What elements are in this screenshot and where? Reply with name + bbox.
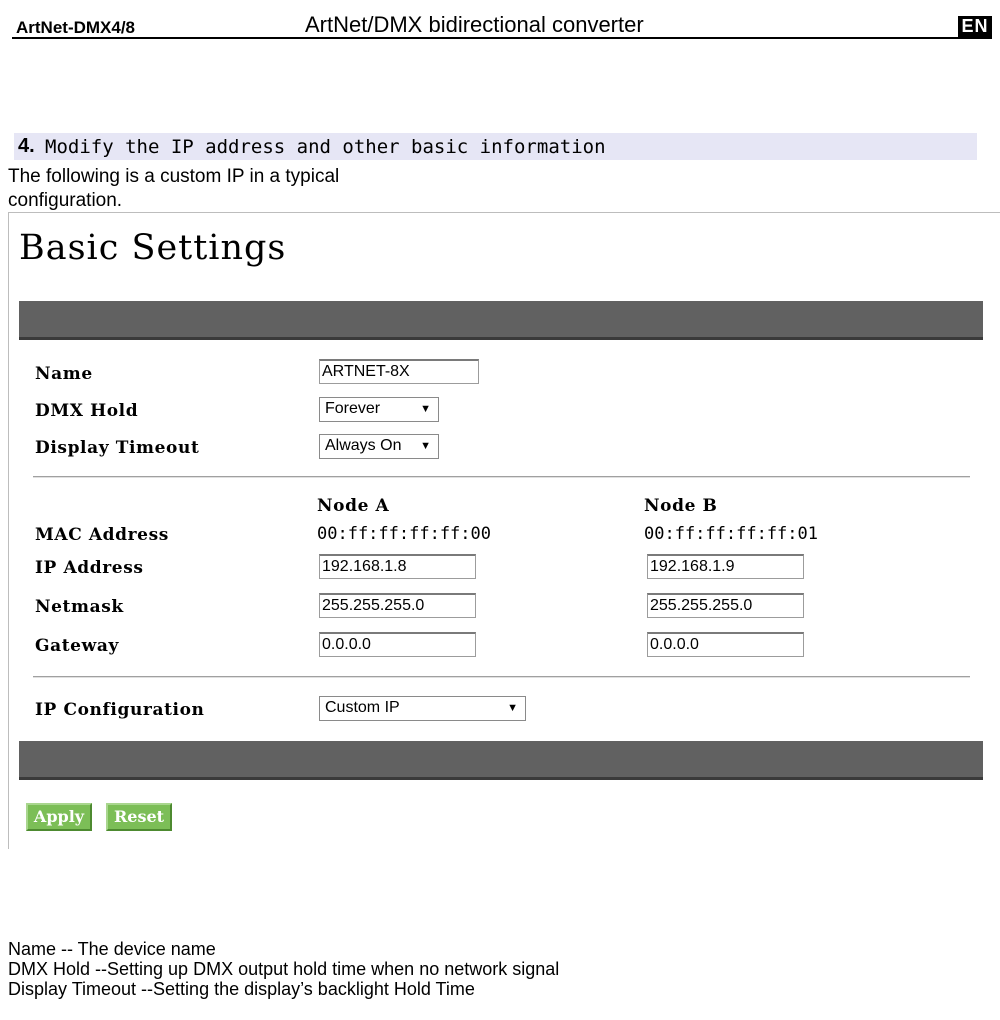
document-product-name: ArtNet-DMX4/8	[16, 18, 136, 37]
ip-configuration-label: IP Configuration	[35, 700, 205, 720]
node-a-gateway-input[interactable]: 0.0.0.0	[319, 632, 476, 657]
ip-address-label: IP Address	[35, 558, 144, 578]
node-a-ip-input[interactable]: 192.168.1.8	[319, 554, 476, 579]
name-label: Name	[35, 364, 93, 384]
node-b-header: Node B	[644, 496, 718, 516]
section-divider	[33, 676, 970, 678]
header-divider	[12, 37, 992, 39]
node-b-gateway-input[interactable]: 0.0.0.0	[647, 632, 804, 657]
node-a-netmask-input[interactable]: 255.255.255.0	[319, 593, 476, 618]
node-a-header: Node A	[317, 496, 390, 516]
reset-button[interactable]: Reset	[106, 803, 172, 831]
note-display-timeout: Display Timeout --Setting the display’s …	[8, 979, 475, 999]
triangle-down-icon: ▼	[507, 702, 518, 714]
bottom-footer-bar	[19, 741, 983, 780]
page-title: Basic Settings	[19, 228, 287, 268]
node-b-ip-input[interactable]: 192.168.1.9	[647, 554, 804, 579]
mac-address-label: MAC Address	[35, 525, 169, 545]
display-timeout-select[interactable]: Always On ▼	[319, 434, 439, 459]
name-input[interactable]: ARTNET-8X	[319, 359, 479, 384]
top-header-bar	[19, 301, 983, 340]
node-b-netmask-input[interactable]: 255.255.255.0	[647, 593, 804, 618]
triangle-down-icon: ▼	[420, 440, 431, 452]
note-name: Name -- The device name	[8, 939, 216, 959]
apply-button[interactable]: Apply	[26, 803, 92, 831]
display-timeout-label: Display Timeout	[35, 438, 200, 458]
display-timeout-selected-value: Always On	[325, 437, 402, 454]
note-dmx-hold: DMX Hold --Setting up DMX output hold ti…	[8, 959, 560, 979]
netmask-label: Netmask	[35, 597, 124, 617]
dmx-hold-selected-value: Forever	[325, 400, 381, 417]
intro-text: The following is a custom IP in a typica…	[8, 166, 340, 211]
node-b-mac-address: 00:ff:ff:ff:ff:01	[644, 524, 818, 544]
gateway-label: Gateway	[35, 636, 119, 656]
section-number: 4.	[18, 135, 35, 157]
language-badge: EN	[958, 16, 992, 37]
triangle-down-icon: ▼	[420, 403, 431, 415]
dmx-hold-label: DMX Hold	[35, 401, 139, 421]
ip-configuration-select[interactable]: Custom IP ▼	[319, 696, 526, 721]
ip-configuration-selected-value: Custom IP	[325, 699, 400, 716]
document-title: ArtNet/DMX bidirectional converter	[305, 12, 644, 37]
section-divider	[33, 476, 970, 478]
section-heading: Modify the IP address and other basic in…	[45, 136, 606, 158]
dmx-hold-select[interactable]: Forever ▼	[319, 397, 439, 422]
node-a-mac-address: 00:ff:ff:ff:ff:00	[317, 524, 491, 544]
